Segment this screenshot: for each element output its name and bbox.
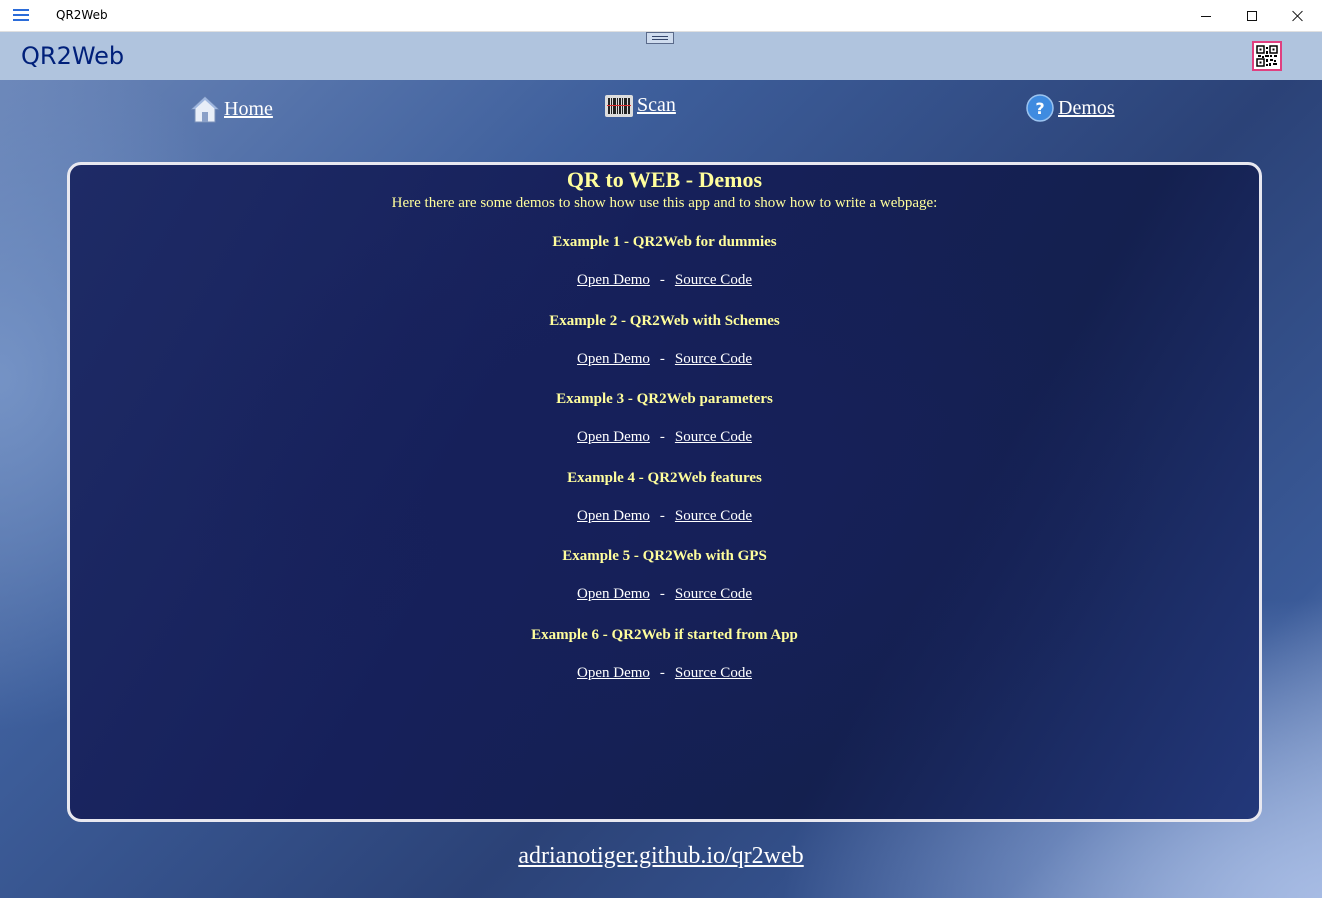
source-code-link[interactable]: Source Code: [675, 429, 752, 445]
nav-home-link[interactable]: Home: [190, 94, 273, 124]
demos-panel: QR to WEB - Demos Here there are some de…: [67, 162, 1262, 822]
example-title: Example 2 - QR2Web with Schemes: [549, 312, 780, 329]
panel-subtitle: Here there are some demos to show how us…: [391, 195, 938, 211]
hamburger-menu-icon[interactable]: [13, 9, 29, 21]
example-item: Example 2 - QR2Web with Schemes Open Dem…: [70, 303, 1259, 382]
example-item: Example 1 - QR2Web for dummies Open Demo…: [70, 224, 1259, 303]
example-links: Open Demo - Source Code: [70, 663, 1259, 683]
example-title: Example 3 - QR2Web parameters: [556, 391, 773, 408]
help-icon: ?: [1026, 94, 1054, 122]
panel-title: QR to WEB - Demos: [566, 167, 763, 192]
link-separator: -: [659, 429, 665, 446]
source-code-link[interactable]: Source Code: [675, 272, 752, 288]
example-item: Example 3 - QR2Web parameters Open Demo -…: [70, 381, 1259, 460]
source-code-link[interactable]: Source Code: [675, 351, 752, 367]
app-header: QR2Web: [0, 32, 1322, 80]
window-title: QR2Web: [56, 8, 108, 22]
window-titlebar: QR2Web: [0, 0, 1322, 32]
example-title: Example 1 - QR2Web for dummies: [552, 234, 777, 250]
example-links: Open Demo - Source Code: [70, 427, 1259, 447]
example-links: Open Demo - Source Code: [70, 270, 1259, 290]
example-title: Example 4 - QR2Web features: [567, 469, 762, 486]
maximize-icon: [1247, 11, 1257, 21]
open-demo-link[interactable]: Open Demo: [577, 586, 650, 602]
nav-scan-label: Scan: [637, 94, 676, 116]
close-icon: [1292, 10, 1304, 22]
footer-website-link[interactable]: adrianotiger.github.io/qr2web: [0, 843, 1322, 870]
link-separator: -: [659, 586, 665, 603]
drag-handle[interactable]: [646, 32, 674, 44]
main-content: Home Scan ? Demos QR to WEB - Demos Here…: [0, 80, 1322, 898]
nav-scan-link[interactable]: Scan: [605, 94, 676, 117]
source-code-link[interactable]: Source Code: [675, 586, 752, 602]
svg-text:?: ?: [1035, 99, 1044, 118]
qr-code-icon: [1256, 45, 1278, 67]
example-links: Open Demo - Source Code: [70, 584, 1259, 604]
link-separator: -: [659, 507, 665, 524]
minimize-icon: [1201, 15, 1211, 17]
example-item: Example 5 - QR2Web with GPS Open Demo - So…: [70, 538, 1259, 617]
source-code-link[interactable]: Source Code: [675, 665, 752, 681]
source-code-link[interactable]: Source Code: [675, 508, 752, 524]
open-demo-link[interactable]: Open Demo: [577, 665, 650, 681]
nav-demos-label: Demos: [1058, 96, 1115, 119]
open-demo-link[interactable]: Open Demo: [577, 508, 650, 524]
example-title: Example 5 - QR2Web with GPS: [562, 548, 767, 565]
open-demo-link[interactable]: Open Demo: [577, 429, 650, 445]
barcode-icon: [605, 94, 633, 117]
nav-demos-link[interactable]: ? Demos: [1026, 94, 1115, 122]
open-demo-link[interactable]: Open Demo: [577, 351, 650, 367]
example-item: Example 6 - QR2Web if started from App O…: [70, 617, 1259, 696]
close-button[interactable]: [1275, 0, 1321, 32]
example-title: Example 6 - QR2Web if started from App: [531, 626, 798, 643]
maximize-button[interactable]: [1229, 0, 1275, 32]
home-icon: [190, 96, 220, 123]
app-brand: QR2Web: [21, 42, 125, 70]
example-item: Example 4 - QR2Web features Open Demo - So…: [70, 460, 1259, 539]
open-demo-link[interactable]: Open Demo: [577, 272, 650, 288]
link-separator: -: [659, 664, 665, 681]
minimize-button[interactable]: [1183, 0, 1229, 32]
example-links: Open Demo - Source Code: [70, 506, 1259, 526]
footer-link-text[interactable]: adrianotiger.github.io/qr2web: [518, 843, 803, 869]
link-separator: -: [659, 272, 665, 288]
qr-scan-button[interactable]: [1252, 41, 1282, 71]
example-links: Open Demo - Source Code: [70, 349, 1259, 369]
nav-home-label: Home: [224, 97, 273, 120]
link-separator: -: [659, 350, 665, 367]
